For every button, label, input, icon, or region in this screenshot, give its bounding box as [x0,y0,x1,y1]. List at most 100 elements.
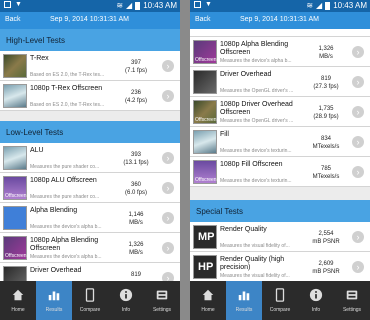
test-thumbnail [3,84,27,108]
test-score-unit: mB PSNR [312,269,340,275]
test-score-value: 393 [130,152,141,158]
chevron-right-icon[interactable]: › [162,242,174,254]
chevron-right-icon[interactable]: › [162,182,174,194]
test-score-unit: (6.0 fps) [124,190,147,196]
test-row[interactable]: Offscreen 1080p Alpha Blending Offscreen… [190,37,370,67]
test-description: Measures the device's texturin... [220,148,292,154]
test-thumbnail [193,130,217,154]
test-row[interactable]: 1080p T-Rex Offscreen Based on ES 2.0, t… [0,81,180,111]
test-name: Render Quality (high precision) [220,256,285,271]
nav-item-compare[interactable]: Compare [72,281,108,320]
test-name: ALU [30,147,44,154]
page-title: Sep 9, 2014 10:31:31 AM [240,16,320,23]
nav-item-home[interactable]: Home [190,281,226,320]
test-row[interactable]: Offscreen 1080p Fill Offscreen Measures … [190,157,370,187]
test-row[interactable]: Driver Overhead Measures the OpenGL driv… [190,67,370,97]
test-row[interactable]: Alpha Blending Measures the device's alp… [0,203,180,233]
results-icon [47,288,61,307]
nav-item-label: Info [311,307,321,313]
notification-icon [4,1,11,8]
info-icon [119,288,133,307]
chevron-right-icon[interactable]: › [352,136,364,148]
phone-screen-left: ▼ ≋ ◢ 10:43 AM Back Sep 9, 2014 10:31:31 A… [0,0,180,320]
test-description: Measures the device's alpha b... [30,224,102,230]
compare-icon [273,288,287,307]
results-list[interactable]: High-Level Tests T-Rex Based on ES 2.0, … [0,29,180,281]
test-score-value: 2,609 [318,261,334,267]
nav-item-compare[interactable]: Compare [262,281,298,320]
thumb-badge: HP [198,261,214,273]
notification-icon [194,1,201,8]
chevron-right-icon[interactable]: › [162,60,174,72]
test-name: 1080p Driver Overhead Offscreen [220,101,293,116]
chevron-right-icon[interactable]: › [352,166,364,178]
thumb-label: Offscreen [195,177,217,183]
test-thumbnail [3,54,27,78]
test-score-value: 819 [130,272,141,278]
nav-item-info[interactable]: Info [108,281,144,320]
test-row[interactable]: Offscreen 1080p Driver Overhead Offscree… [190,97,370,127]
page-title: Sep 9, 2014 10:31:31 AM [50,16,130,23]
test-row[interactable]: Fill Measures the device's texturin... 8… [190,127,370,157]
test-row[interactable]: MP Render Quality Measures the visual fi… [190,222,370,252]
chevron-right-icon[interactable]: › [162,152,174,164]
bottom-nav: Home Results Compare Info Settings [0,281,180,320]
chevron-right-icon[interactable]: › [352,46,364,58]
list-top-edge [190,29,370,37]
test-score: 397 (7.1 fps) [116,59,156,75]
test-description: Based on ES 2.0, the T-Rex tes... [30,72,105,78]
test-score: 2,609 mB PSNR [306,260,346,276]
results-icon [237,288,251,307]
chevron-right-icon[interactable]: › [352,261,364,273]
test-score-unit: (7.1 fps) [124,68,147,74]
nav-item-label: Results [45,307,63,313]
nav-item-label: Compare [79,307,101,313]
test-row[interactable]: Offscreen 1080p ALU Offscreen Measures t… [0,173,180,203]
nav-item-label: Settings [152,307,172,313]
test-thumbnail: MP [193,225,217,249]
section-high-level: High-Level Tests [0,29,180,51]
back-button[interactable]: Back [5,16,21,23]
nav-item-settings[interactable]: Settings [334,281,370,320]
test-thumbnail [3,266,27,281]
chevron-right-icon[interactable]: › [162,272,174,281]
test-row[interactable]: Driver Overhead 819 › [0,263,180,281]
nav-item-results[interactable]: Results [226,281,262,320]
chevron-right-icon[interactable]: › [352,106,364,118]
test-score-value: 360 [130,182,141,188]
thumb-label: Offscreen [5,193,27,199]
test-name: Alpha Blending [30,207,78,214]
nav-item-results[interactable]: Results [36,281,72,320]
results-list[interactable]: Offscreen 1080p Alpha Blending Offscreen… [190,29,370,281]
nav-item-label: Results [235,307,253,313]
back-button[interactable]: Back [195,16,211,23]
test-thumbnail [193,70,217,94]
nav-item-label: Home [201,307,215,313]
test-score-unit: MB/s [319,54,333,60]
nav-item-info[interactable]: Info [298,281,334,320]
nav-item-home[interactable]: Home [0,281,36,320]
status-time: 10:43 AM [143,1,177,10]
test-score: 1,326 MB/s [306,45,346,61]
thumb-label: Offscreen [195,57,217,63]
nav-item-label: Info [121,307,131,313]
test-name: Driver Overhead [220,71,272,78]
chevron-right-icon[interactable]: › [162,212,174,224]
chevron-right-icon[interactable]: › [352,231,364,243]
test-description: Measures the OpenGL driver's ... [220,88,294,94]
test-score-value: 1,326 [318,46,334,52]
test-row[interactable]: HP Render Quality (high precision) Measu… [190,252,370,281]
test-description: Measures the visual fidelity of... [220,273,290,279]
test-row[interactable]: T-Rex Based on ES 2.0, the T-Rex tes... … [0,51,180,81]
chevron-right-icon[interactable]: › [352,76,364,88]
nav-item-label: Settings [342,307,362,313]
test-score-value: 2,554 [318,231,334,237]
test-score-unit: (13.1 fps) [123,160,149,166]
test-row[interactable]: ALU Measures the pure shader co... 393 (… [0,143,180,173]
test-description: Measures the device's texturin... [220,178,292,184]
nav-item-settings[interactable]: Settings [144,281,180,320]
test-row[interactable]: Offscreen 1080p Alpha Blending Offscreen… [0,233,180,263]
test-score: 785 MTexels/s [306,165,346,181]
chevron-right-icon[interactable]: › [162,90,174,102]
test-score: 1,735 (28.9 fps) [306,105,346,121]
